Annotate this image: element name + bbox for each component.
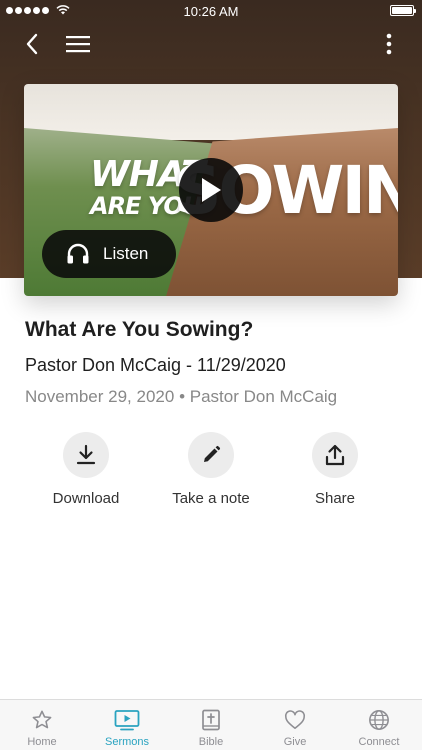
- artwork-sky: [24, 84, 398, 140]
- sermon-speaker: Pastor Don McCaig: [189, 387, 338, 406]
- globe-icon: [369, 710, 389, 730]
- meta-separator: •: [179, 387, 186, 406]
- battery-icon: [390, 5, 416, 16]
- tab-home-label: Home: [27, 736, 57, 748]
- pencil-icon: [204, 445, 221, 462]
- tab-sermons-label: Sermons: [104, 736, 150, 748]
- share-button[interactable]: Share: [275, 432, 395, 507]
- star-icon: [32, 710, 52, 729]
- status-bar: 10:26 AM: [0, 0, 422, 22]
- sermon-artwork: WHAT ARE YOU SOWING Listen: [24, 84, 398, 296]
- status-time: 10:26 AM: [183, 4, 239, 19]
- back-button[interactable]: [16, 28, 48, 60]
- share-icon: [325, 444, 345, 466]
- share-label: Share: [314, 490, 356, 507]
- sermon-title: What Are You Sowing?: [25, 318, 254, 341]
- sermon-subtitle: Pastor Don McCaig - 11/29/2020: [25, 355, 286, 375]
- listen-label: Listen: [103, 244, 149, 263]
- download-icon: [76, 444, 96, 465]
- bible-icon: [202, 709, 220, 731]
- download-label: Download: [52, 490, 120, 507]
- play-icon: [202, 178, 221, 202]
- tab-connect-label: Connect: [358, 736, 400, 748]
- more-vertical-icon: [386, 33, 392, 55]
- sermon-actions: Download Take a note Share: [0, 432, 422, 512]
- sermon-date: November 29, 2020: [25, 387, 175, 406]
- headphones-icon: [67, 243, 89, 264]
- tab-bible-label: Bible: [198, 736, 224, 748]
- navigation-bar: [0, 22, 422, 66]
- note-icon-circle: [188, 432, 234, 478]
- tab-bar: Home Sermons Bible Give Connect: [0, 699, 422, 750]
- tab-give[interactable]: Give: [253, 700, 337, 750]
- video-icon: [114, 710, 140, 731]
- more-options-button[interactable]: [373, 28, 405, 60]
- menu-button[interactable]: [62, 28, 94, 60]
- tab-sermons[interactable]: Sermons: [85, 700, 169, 750]
- download-button[interactable]: Download: [26, 432, 146, 507]
- heart-icon: [284, 710, 306, 730]
- tab-connect[interactable]: Connect: [337, 700, 421, 750]
- listen-button[interactable]: Listen: [42, 230, 176, 278]
- download-icon-circle: [63, 432, 109, 478]
- play-button[interactable]: [179, 158, 243, 222]
- take-note-label: Take a note: [172, 490, 250, 507]
- tab-home[interactable]: Home: [0, 700, 84, 750]
- sermon-meta: November 29, 2020 • Pastor Don McCaig: [25, 387, 337, 407]
- take-note-button[interactable]: Take a note: [151, 432, 271, 507]
- chevron-left-icon: [26, 33, 38, 55]
- tab-give-label: Give: [283, 736, 307, 748]
- hamburger-menu-icon: [66, 36, 90, 53]
- share-icon-circle: [312, 432, 358, 478]
- tab-bible[interactable]: Bible: [169, 700, 253, 750]
